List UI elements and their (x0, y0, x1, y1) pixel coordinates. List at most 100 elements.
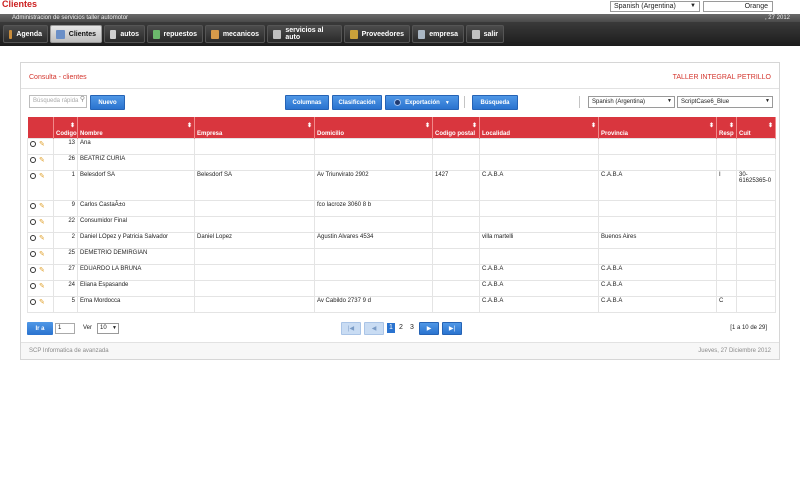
view-icon[interactable] (30, 218, 36, 225)
column-header-domicilio[interactable]: Domicilio ⬍ (314, 117, 433, 138)
edit-icon[interactable]: ✎ (39, 282, 45, 290)
view-icon[interactable] (30, 250, 36, 257)
first-page-button[interactable]: |◀ (341, 322, 361, 335)
chevron-down-icon: ▼ (444, 99, 450, 106)
column-header-provincia[interactable]: Provincia ⬍ (598, 117, 717, 138)
table-cell: Av Cabildo 2737 9 d (314, 295, 433, 313)
grid-theme-select[interactable]: ScriptCase6_Blue ▼ (677, 96, 773, 108)
menu-item-clientes[interactable]: Clientes (50, 25, 102, 43)
service-icon (273, 29, 282, 39)
view-icon[interactable] (30, 282, 36, 289)
table-row[interactable]: ✎ 9 Carlos CastaÃ±o fco lacroze 3060 8 b (27, 199, 776, 217)
table-row[interactable]: ✎ 13 Ana (27, 137, 776, 155)
table-row[interactable]: ✎ 27 EDUARDO LA BRUNA C.A.B.A C.A.B.A (27, 263, 776, 281)
top-bar: Clientes Spanish (Argentina) ▼ Orange (0, 0, 800, 14)
table-cell: Av Triunvirato 2902 (314, 169, 433, 201)
header-label: Localidad (482, 130, 511, 137)
prev-page-button[interactable]: ◀ (364, 322, 384, 335)
page-link[interactable]: 2 (399, 324, 403, 331)
table-cell: 1 (53, 169, 78, 201)
page-link-current[interactable]: 1 (387, 323, 395, 333)
new-button[interactable]: Nuevo (90, 95, 125, 110)
theme-select[interactable]: Orange (703, 1, 773, 12)
grid-language-select[interactable]: Spanish (Argentina) ▼ (588, 96, 675, 108)
clients-table: Codigo ⬍ Nombre ⬍ Empresa ⬍ Domicilio ⬍ Codi… (27, 117, 776, 313)
table-row[interactable]: ✎ 22 Consumidor Final (27, 215, 776, 233)
column-header-empresa[interactable]: Empresa ⬍ (194, 117, 315, 138)
table-row[interactable]: ✎ 24 Eliana Espasande C.A.B.A C.A.B.A (27, 279, 776, 297)
table-cell (598, 247, 717, 265)
panel-header: Consulta - clientes TALLER INTEGRAL PETR… (21, 63, 779, 89)
table-cell (716, 279, 737, 297)
table-row[interactable]: ✎ 25 DEMETRIO DEMIRGIAN (27, 247, 776, 265)
table-cell: villa martelli (479, 231, 599, 249)
table-cell (736, 199, 776, 217)
menu-item-proveedores[interactable]: Proveedores (344, 25, 410, 43)
column-header-cuit[interactable]: Cuit ⬍ (736, 117, 776, 138)
view-label: Ver (83, 325, 93, 331)
page-link[interactable]: 3 (410, 324, 414, 331)
edit-icon[interactable]: ✎ (39, 234, 45, 242)
footer-company: SCP Informatica de avanzada (29, 348, 109, 354)
table-cell (432, 263, 480, 281)
quick-search-input[interactable]: Búsqueda rápida ⚲ (29, 95, 87, 108)
table-cell (736, 215, 776, 233)
view-icon[interactable] (30, 140, 36, 147)
rows-per-page-select[interactable]: 10 ▼ (97, 323, 119, 334)
next-page-button[interactable]: ▶ (419, 322, 439, 335)
view-icon[interactable] (30, 202, 36, 209)
export-button[interactable]: Exportación ▼ (385, 95, 459, 110)
edit-icon[interactable]: ✎ (39, 250, 45, 258)
table-cell (716, 137, 737, 155)
menu-item-repuestos[interactable]: repuestos (147, 25, 203, 43)
edit-icon[interactable]: ✎ (39, 140, 45, 148)
table-cell: C.A.B.A (479, 295, 599, 313)
table-row[interactable]: ✎ 26 BEATRIZ CURIA (27, 153, 776, 171)
column-header-localidad[interactable]: Localidad ⬍ (479, 117, 599, 138)
menu-item-autos[interactable]: autos (104, 25, 145, 43)
goto-page-button[interactable]: Ir a (27, 322, 53, 335)
view-icon[interactable] (30, 266, 36, 273)
edit-icon[interactable]: ✎ (39, 156, 45, 164)
column-header-resp[interactable]: Resp ⬍ (716, 117, 737, 138)
classification-button[interactable]: Clasificación (332, 95, 382, 110)
columns-button[interactable]: Columnas (285, 95, 329, 110)
next-page-icon: ▶ (426, 326, 432, 332)
company-name: TALLER INTEGRAL PETRILLO (672, 74, 771, 81)
menu-label: empresa (429, 30, 458, 38)
menu-item-salir[interactable]: salir (466, 25, 504, 43)
table-cell: BEATRIZ CURIA (77, 153, 195, 171)
view-icon[interactable] (30, 298, 36, 305)
last-page-button[interactable]: ▶| (442, 322, 462, 335)
table-cell: fco lacroze 3060 8 b (314, 199, 433, 217)
table-row[interactable]: ✎ 5 Ema Mordocca Av Cabildo 2737 9 d C.A.B.A… (27, 295, 776, 313)
edit-icon[interactable]: ✎ (39, 266, 45, 274)
header-label: Nombre (80, 130, 103, 137)
menu-item-mecanicos[interactable]: mecanicos (205, 25, 265, 43)
edit-icon[interactable]: ✎ (39, 202, 45, 210)
column-header-codigo[interactable]: Codigo ⬍ (53, 117, 78, 138)
view-icon[interactable] (30, 172, 36, 179)
table-cell (194, 153, 315, 171)
column-header-codigo-postal[interactable]: Codigo postal ⬍ (432, 117, 480, 138)
menu-item-servicios[interactable]: servicios al auto (267, 25, 342, 43)
app-title: Clientes (2, 0, 38, 9)
table-row[interactable]: ✎ 2 Daniel LOpez y Patricia Salvador Daniel… (27, 231, 776, 249)
edit-icon[interactable]: ✎ (39, 172, 45, 180)
column-header-nombre[interactable]: Nombre ⬍ (77, 117, 195, 138)
menu-item-empresa[interactable]: empresa (412, 25, 464, 43)
table-cell: Ema Mordocca (77, 295, 195, 313)
table-row[interactable]: ✎ 1 Belesdorf SA Belesdorf SA Av Triunvirato… (27, 169, 776, 201)
table-cell (479, 199, 599, 217)
table-cell: 25 (53, 247, 78, 265)
menu-label: mecanicos (222, 30, 259, 38)
wrench-icon (110, 29, 117, 39)
menu-item-agenda[interactable]: Agenda (3, 25, 48, 43)
edit-icon[interactable]: ✎ (39, 218, 45, 226)
goto-page-input[interactable]: 1 (55, 323, 75, 334)
language-select[interactable]: Spanish (Argentina) ▼ (610, 1, 700, 12)
edit-icon[interactable]: ✎ (39, 298, 45, 306)
search-button[interactable]: Búsqueda (472, 95, 518, 110)
view-icon[interactable] (30, 234, 36, 241)
view-icon[interactable] (30, 156, 36, 163)
